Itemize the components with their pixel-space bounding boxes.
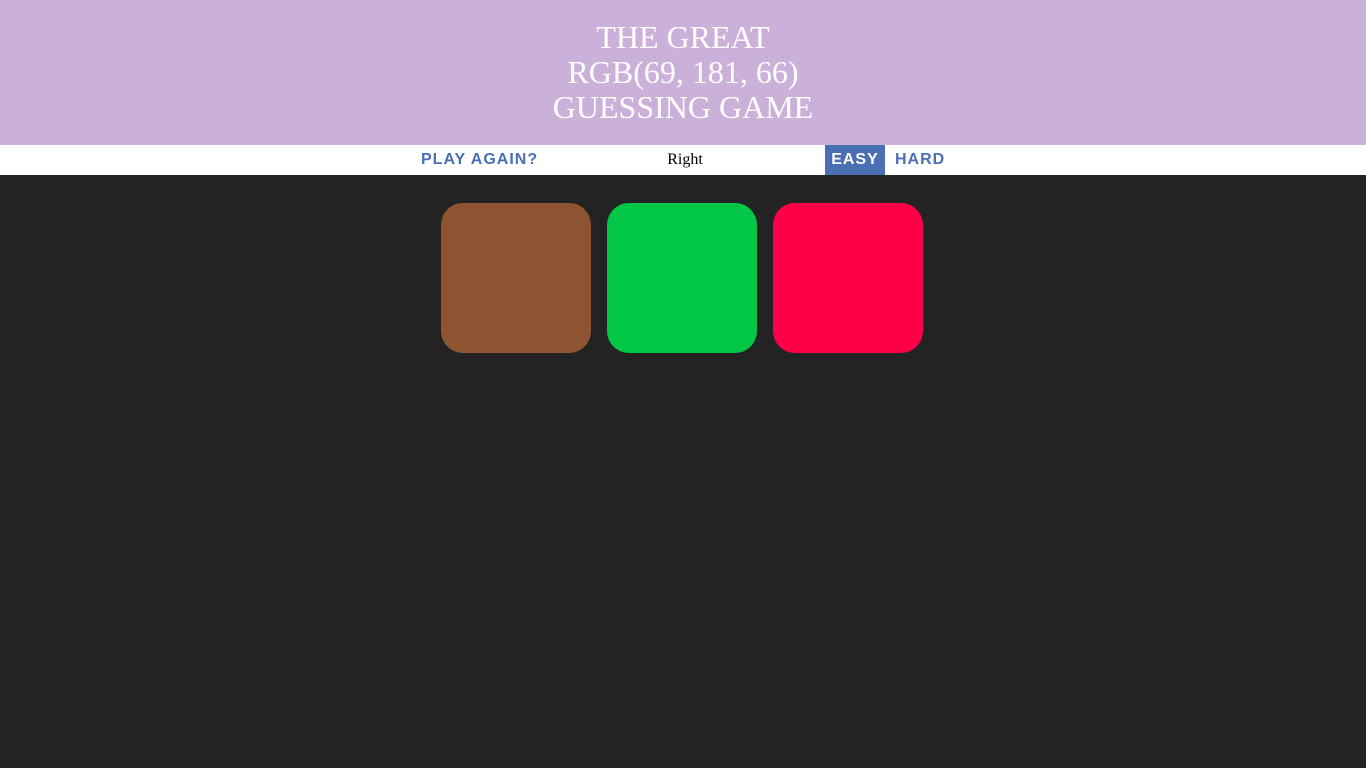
- color-square[interactable]: [441, 203, 591, 353]
- color-square[interactable]: [607, 203, 757, 353]
- hard-mode-button[interactable]: Hard: [889, 145, 951, 175]
- game-title: THE GREAT RGB(69, 181, 66) GUESSING GAME: [0, 0, 1366, 145]
- squares-container: [0, 175, 1366, 768]
- color-square[interactable]: [773, 203, 923, 353]
- title-line-3: GUESSING GAME: [552, 89, 814, 125]
- easy-mode-button[interactable]: Easy: [825, 145, 885, 175]
- title-line-1: THE GREAT: [596, 19, 770, 55]
- color-display: RGB(69, 181, 66): [567, 54, 799, 90]
- result-message: Right: [667, 151, 703, 168]
- control-stripe: Play Again? Right Easy Hard: [0, 145, 1366, 175]
- play-again-button[interactable]: Play Again?: [415, 145, 544, 175]
